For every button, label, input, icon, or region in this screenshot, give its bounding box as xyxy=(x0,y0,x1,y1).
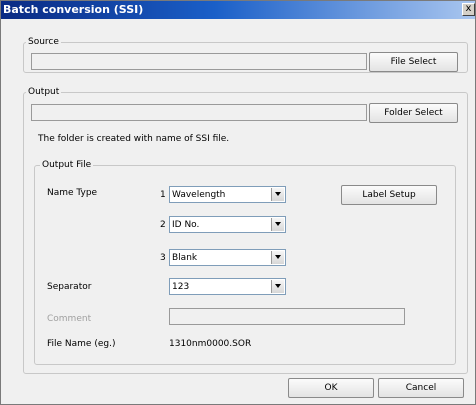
cancel-button[interactable]: Cancel xyxy=(378,378,464,398)
name-type-index-1: 1 xyxy=(160,190,166,200)
ok-button[interactable]: OK xyxy=(288,378,374,398)
separator-select-value: 123 xyxy=(172,282,190,292)
chevron-down-icon[interactable] xyxy=(271,218,284,231)
file-select-button[interactable]: File Select xyxy=(369,52,458,72)
title-bar: Batch conversion (SSI) x xyxy=(1,1,475,19)
source-legend: Source xyxy=(26,37,61,48)
batch-conversion-dialog: Batch conversion (SSI) x Source File Sel… xyxy=(0,0,476,405)
comment-field[interactable] xyxy=(169,308,405,325)
source-path-field[interactable] xyxy=(31,53,367,70)
window-title: Batch conversion (SSI) xyxy=(3,3,144,16)
name-type-select-1-value: Wavelength xyxy=(172,190,226,200)
name-type-select-3-value: Blank xyxy=(172,253,198,263)
folder-select-button[interactable]: Folder Select xyxy=(369,103,458,123)
output-legend: Output xyxy=(26,87,62,98)
name-type-select-2[interactable]: ID No. xyxy=(169,216,286,233)
name-type-select-2-value: ID No. xyxy=(172,220,200,230)
chevron-down-icon[interactable] xyxy=(271,251,284,264)
output-path-field[interactable] xyxy=(31,104,367,121)
name-type-index-3: 3 xyxy=(160,253,166,263)
name-type-select-1[interactable]: Wavelength xyxy=(169,186,286,203)
file-name-example-label: File Name (eg.) xyxy=(47,339,116,349)
label-setup-button[interactable]: Label Setup xyxy=(341,185,437,205)
name-type-label: Name Type xyxy=(47,188,98,198)
name-type-index-2: 2 xyxy=(160,220,166,230)
output-folder-note: The folder is created with name of SSI f… xyxy=(38,134,230,144)
close-button[interactable]: x xyxy=(462,3,475,16)
separator-select[interactable]: 123 xyxy=(169,278,286,295)
output-file-legend: Output File xyxy=(40,160,94,171)
separator-label: Separator xyxy=(47,282,92,292)
chevron-down-icon[interactable] xyxy=(271,188,284,201)
name-type-select-3[interactable]: Blank xyxy=(169,249,286,266)
chevron-down-icon[interactable] xyxy=(271,280,284,293)
file-name-example-value: 1310nm0000.SOR xyxy=(169,339,252,349)
comment-label: Comment xyxy=(47,314,92,324)
